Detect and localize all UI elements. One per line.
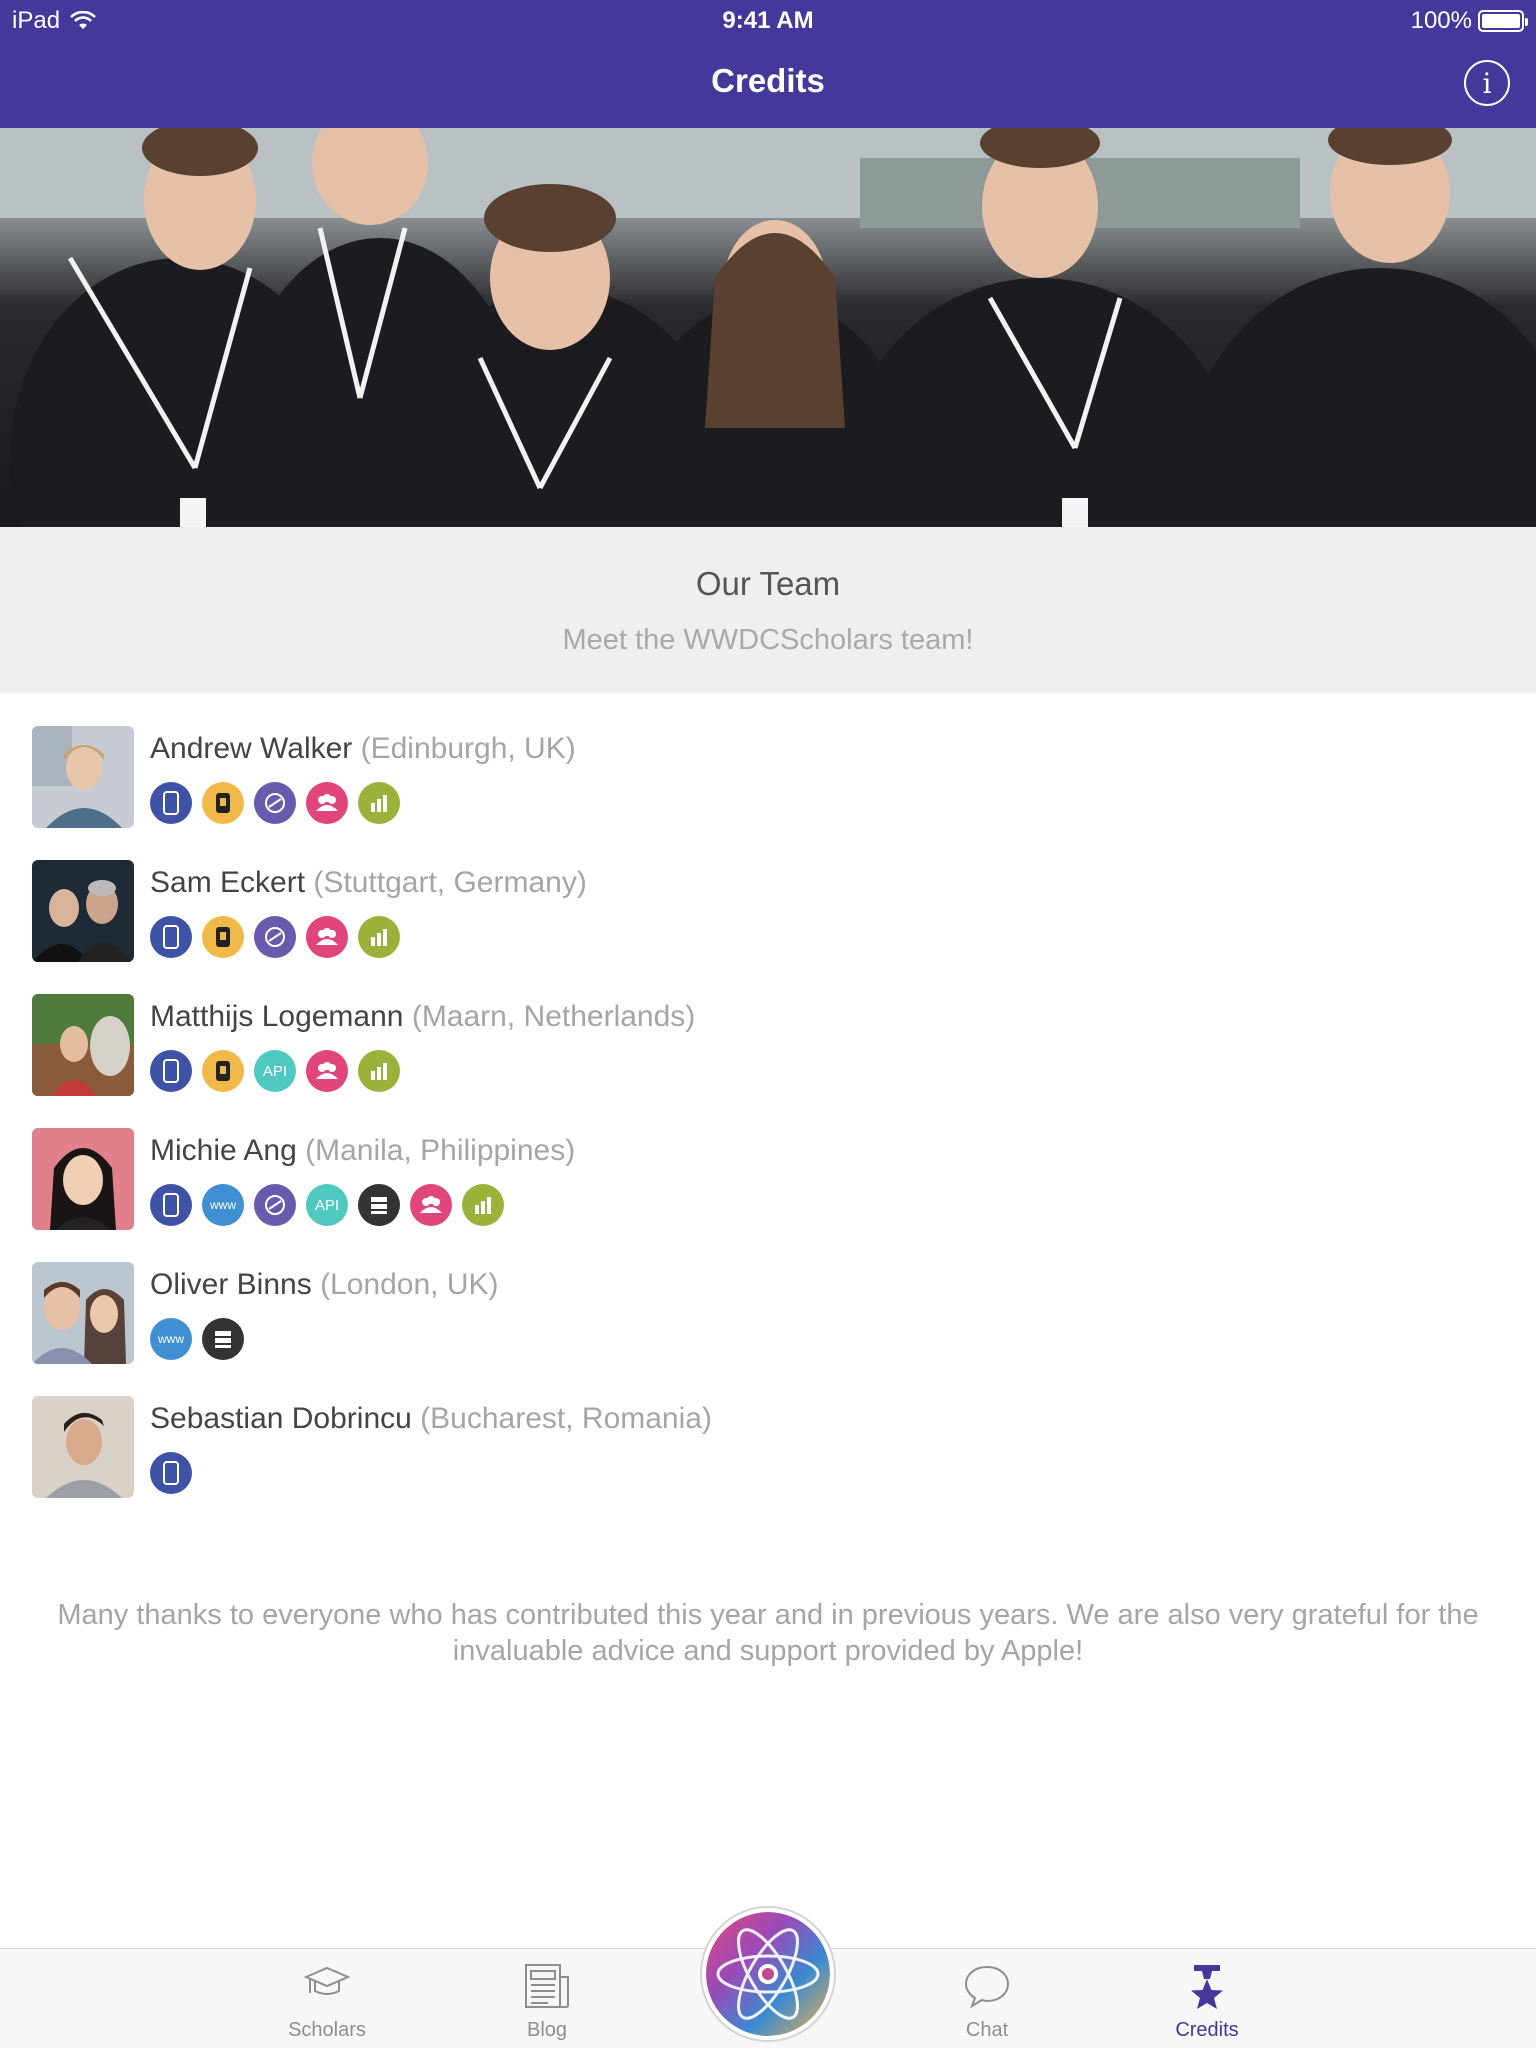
status-time: 9:41 AM bbox=[722, 7, 814, 34]
www-icon: www bbox=[150, 1318, 192, 1360]
mac-icon bbox=[254, 1184, 296, 1226]
api-icon: API bbox=[306, 1184, 348, 1226]
tab-blog[interactable]: Blog bbox=[467, 1949, 627, 2048]
team-icon bbox=[306, 1050, 348, 1092]
member-location: (London, UK) bbox=[320, 1268, 499, 1301]
member-location: (Edinburgh, UK) bbox=[360, 732, 576, 765]
team-member-row[interactable]: Oliver Binns (London, UK) www bbox=[0, 1256, 1536, 1390]
team-member-row[interactable]: Sam Eckert (Stuttgart, Germany) bbox=[0, 854, 1536, 988]
tab-scholars[interactable]: Scholars bbox=[247, 1949, 407, 2048]
skill-badges bbox=[150, 1452, 192, 1494]
team-member-row[interactable]: Matthijs Logemann (Maarn, Netherlands) A… bbox=[0, 988, 1536, 1122]
stats-icon bbox=[462, 1184, 504, 1226]
graduation-cap-icon bbox=[303, 1966, 351, 1995]
skill-badges: www bbox=[150, 1318, 244, 1360]
team-photo bbox=[0, 128, 1536, 527]
tab-label: Scholars bbox=[288, 2019, 366, 2041]
atom-logo-icon bbox=[706, 1912, 830, 2036]
team-member-row[interactable]: Sebastian Dobrincu (Bucharest, Romania) bbox=[0, 1390, 1536, 1524]
thanks-message: Many thanks to everyone who has contribu… bbox=[57, 1599, 1479, 1667]
api-icon: API bbox=[254, 1050, 296, 1092]
avatar bbox=[32, 1262, 134, 1364]
speech-bubble-icon bbox=[964, 1965, 1010, 2009]
member-name: Michie Ang bbox=[150, 1134, 297, 1167]
skill-badges: www API bbox=[150, 1184, 504, 1226]
team-icon bbox=[306, 782, 348, 824]
stats-icon bbox=[358, 782, 400, 824]
status-bar: iPad 9:41 AM 100% bbox=[0, 0, 1536, 40]
member-name: Andrew Walker bbox=[150, 732, 353, 765]
team-member-row[interactable]: Andrew Walker (Edinburgh, UK) bbox=[0, 720, 1536, 854]
battery-icon bbox=[1478, 10, 1528, 32]
member-name: Matthijs Logemann bbox=[150, 1000, 404, 1033]
team-subtitle: Meet the WWDCScholars team! bbox=[562, 624, 974, 656]
mac-icon bbox=[254, 916, 296, 958]
star-trophy-icon bbox=[1191, 1965, 1223, 2009]
newspaper-icon bbox=[525, 1964, 569, 2008]
stats-icon bbox=[358, 916, 400, 958]
center-home-button[interactable] bbox=[700, 1906, 836, 2042]
iphone-icon bbox=[150, 782, 192, 824]
avatar bbox=[32, 726, 134, 828]
watch-icon bbox=[202, 782, 244, 824]
team-photo-illustration bbox=[0, 128, 1536, 527]
avatar bbox=[32, 1396, 134, 1498]
stats-icon bbox=[358, 1050, 400, 1092]
member-name: Sam Eckert bbox=[150, 866, 306, 899]
page-title: Credits bbox=[711, 62, 825, 99]
member-location: (Manila, Philippines) bbox=[305, 1134, 576, 1167]
iphone-icon bbox=[150, 1050, 192, 1092]
iphone-icon bbox=[150, 1452, 192, 1494]
member-name: Oliver Binns bbox=[150, 1268, 312, 1301]
watch-icon bbox=[202, 1050, 244, 1092]
info-icon[interactable]: i bbox=[1464, 60, 1510, 106]
tab-label: Chat bbox=[965, 2019, 1009, 2041]
battery-percent: 100% bbox=[1410, 7, 1472, 34]
team-section-header: Our Team Meet the WWDCScholars team! bbox=[0, 527, 1536, 693]
tab-credits[interactable]: Credits bbox=[1127, 1949, 1287, 2048]
team-member-row[interactable]: Michie Ang (Manila, Philippines) www API bbox=[0, 1122, 1536, 1256]
team-title: Our Team bbox=[695, 565, 841, 602]
watch-icon bbox=[202, 916, 244, 958]
member-location: (Stuttgart, Germany) bbox=[313, 866, 587, 899]
www-icon: www bbox=[202, 1184, 244, 1226]
member-location: (Maarn, Netherlands) bbox=[411, 1000, 696, 1033]
skill-badges bbox=[150, 916, 400, 958]
tab-chat[interactable]: Chat bbox=[907, 1949, 1067, 2048]
server-icon bbox=[202, 1318, 244, 1360]
avatar bbox=[32, 860, 134, 962]
avatar bbox=[32, 994, 134, 1096]
iphone-icon bbox=[150, 916, 192, 958]
skill-badges: API bbox=[150, 1050, 400, 1092]
skill-badges bbox=[150, 782, 400, 824]
member-name: Sebastian Dobrincu bbox=[150, 1402, 412, 1435]
tab-label: Credits bbox=[1175, 2019, 1239, 2041]
navigation-bar: iPad 9:41 AM 100% Credits i bbox=[0, 0, 1536, 128]
tab-label: Blog bbox=[526, 2019, 568, 2041]
member-location: (Bucharest, Romania) bbox=[420, 1402, 712, 1435]
avatar bbox=[32, 1128, 134, 1230]
iphone-icon bbox=[150, 1184, 192, 1226]
team-icon bbox=[306, 916, 348, 958]
server-icon bbox=[358, 1184, 400, 1226]
team-icon bbox=[410, 1184, 452, 1226]
mac-icon bbox=[254, 782, 296, 824]
